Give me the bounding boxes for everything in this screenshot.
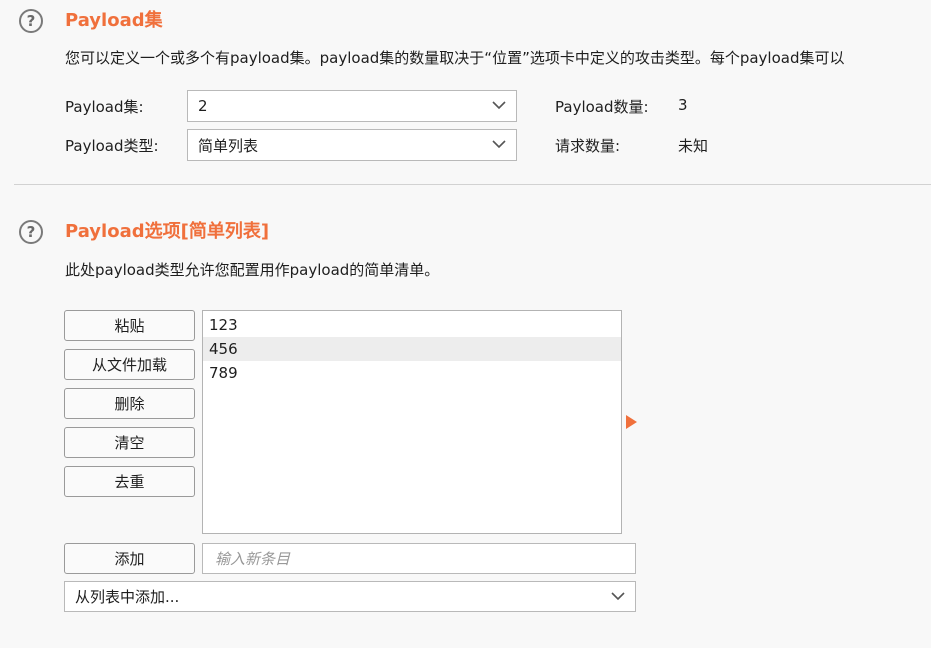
payload-set-value: 2: [198, 97, 208, 115]
help-icon[interactable]: ?: [19, 220, 43, 244]
chevron-down-icon: [492, 101, 506, 110]
payload-count-label: Payload数量:: [555, 98, 649, 116]
help-icon[interactable]: ?: [19, 9, 43, 33]
load-from-file-button[interactable]: 从文件加载: [64, 349, 195, 380]
list-item[interactable]: 456: [203, 337, 621, 361]
request-count-label: 请求数量:: [555, 137, 621, 155]
new-item-field[interactable]: [213, 548, 635, 569]
payload-set-select[interactable]: 2: [187, 90, 517, 122]
deduplicate-button[interactable]: 去重: [64, 466, 195, 497]
add-from-list-select[interactable]: 从列表中添加...: [64, 581, 636, 612]
payload-type-value: 简单列表: [198, 136, 259, 155]
new-item-input[interactable]: [202, 543, 636, 574]
payload-type-label: Payload类型:: [65, 137, 159, 155]
payload-list[interactable]: 123 456 789: [202, 310, 622, 534]
clear-button[interactable]: 清空: [64, 427, 195, 458]
chevron-down-icon: [611, 591, 625, 600]
add-from-list-value: 从列表中添加...: [75, 588, 180, 606]
request-count-value: 未知: [678, 137, 709, 155]
payload-options-title: Payload选项[简单列表]: [65, 221, 270, 242]
payload-type-select[interactable]: 简单列表: [187, 129, 517, 161]
expand-arrow-icon[interactable]: [626, 415, 637, 429]
payload-options-description: 此处payload类型允许您配置用作payload的简单清单。: [65, 261, 440, 279]
chevron-down-icon: [492, 140, 506, 149]
add-button[interactable]: 添加: [64, 543, 195, 574]
paste-button[interactable]: 粘贴: [64, 310, 195, 341]
payload-set-label: Payload集:: [65, 98, 144, 116]
list-item[interactable]: 123: [203, 313, 621, 337]
payload-sets-description: 您可以定义一个或多个有payload集。payload集的数量取决于“位置”选项…: [65, 49, 845, 67]
section-divider: [14, 184, 931, 185]
list-item[interactable]: 789: [203, 361, 621, 385]
remove-button[interactable]: 删除: [64, 388, 195, 419]
payload-sets-title: Payload集: [65, 10, 163, 31]
payload-count-value: 3: [678, 96, 688, 114]
